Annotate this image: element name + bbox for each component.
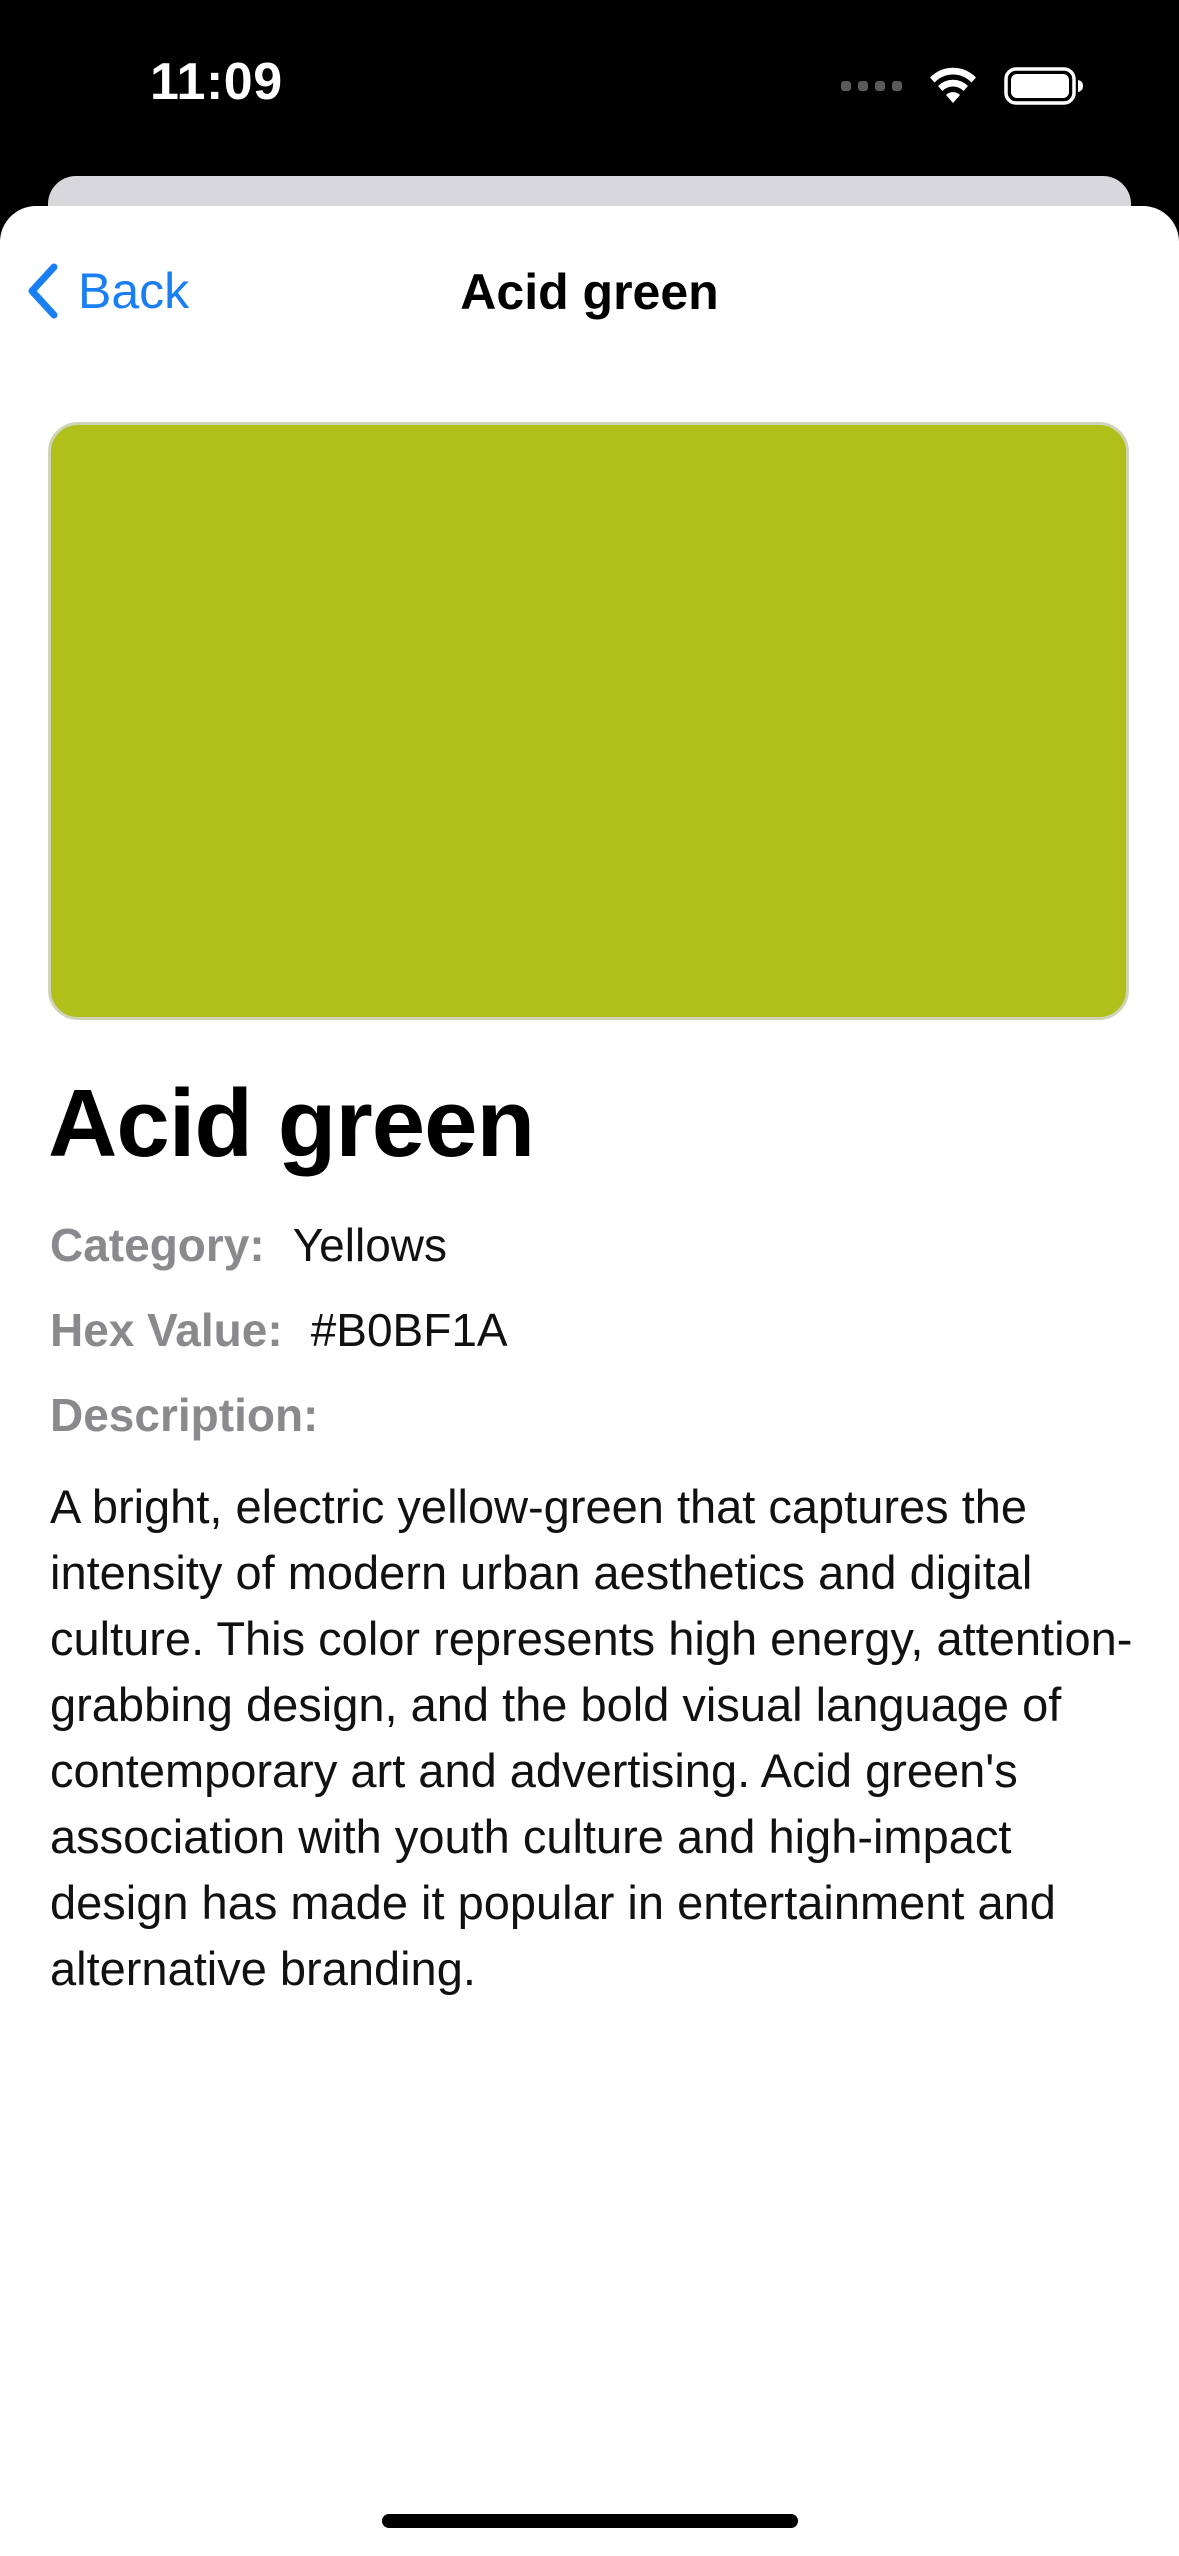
detail-sheet: Back Acid green Acid green Category: Yel…	[0, 206, 1179, 2556]
status-icons	[841, 64, 1084, 108]
description-row: Description:	[50, 1388, 318, 1442]
wifi-icon	[928, 67, 978, 105]
status-bar: 11:09	[0, 0, 1179, 175]
hex-label: Hex Value:	[50, 1304, 283, 1356]
category-label: Category:	[50, 1219, 265, 1271]
category-value: Yellows	[292, 1219, 448, 1271]
description-text: A bright, electric yellow-green that cap…	[50, 1480, 1133, 1995]
color-name-heading: Acid green	[48, 1070, 535, 1177]
hex-row: Hex Value: #B0BF1A	[50, 1303, 508, 1357]
status-time: 11:09	[150, 53, 283, 111]
description-label: Description:	[50, 1389, 319, 1441]
color-swatch	[48, 422, 1129, 1020]
battery-icon	[1004, 67, 1084, 105]
hex-value: #B0BF1A	[310, 1304, 508, 1356]
category-row: Category: Yellows	[50, 1218, 447, 1272]
nav-title: Acid green	[460, 264, 719, 320]
home-indicator[interactable]	[382, 2514, 798, 2528]
navigation-bar: Back Acid green	[0, 206, 1179, 376]
cellular-signal-icon	[841, 81, 902, 91]
